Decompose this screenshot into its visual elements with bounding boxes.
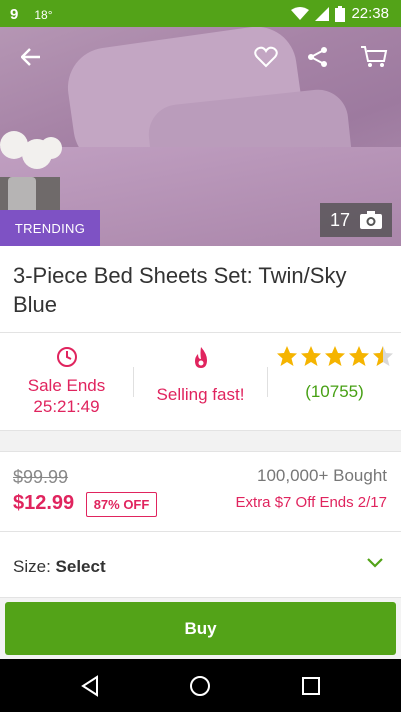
rating-stat[interactable]: (10755) <box>268 337 401 429</box>
cart-button[interactable] <box>358 41 390 73</box>
original-price: $99.99 <box>13 467 69 487</box>
battery-icon <box>335 5 346 22</box>
clock-time: 22:38 <box>351 5 389 22</box>
discount-badge: 87% OFF <box>86 492 157 517</box>
temperature-text: 18° <box>34 7 53 22</box>
notification-g-icon: 9 <box>10 6 19 23</box>
triangle-back-icon <box>81 675 98 697</box>
selling-fast-stat: Selling fast! <box>134 337 267 429</box>
product-title: 3-Piece Bed Sheets Set: Twin/Sky Blue <box>13 263 347 317</box>
size-value: Select <box>55 557 106 576</box>
sale-ends-label: Sale Ends <box>27 376 106 395</box>
photo-count-button[interactable]: 17 <box>320 203 392 237</box>
product-stats: Sale Ends 25:21:49 Selling fast! (10755) <box>0 337 401 429</box>
buy-bar: Buy <box>0 597 401 659</box>
share-icon <box>308 47 327 67</box>
circle-home-icon <box>190 676 210 696</box>
star-half-icon <box>372 346 393 366</box>
signal-icon <box>315 6 330 21</box>
photo-count-text: 17 <box>329 209 351 230</box>
sale-price: $12.99 <box>13 492 75 514</box>
size-selector[interactable]: Size: Select <box>0 531 401 597</box>
nav-home-button[interactable] <box>187 673 213 699</box>
buy-button[interactable]: Buy <box>5 602 396 655</box>
size-label: Size: <box>13 557 51 576</box>
bought-count: 100,000+ Bought <box>257 466 387 485</box>
favorite-button[interactable] <box>250 41 282 73</box>
nav-recents-button[interactable] <box>298 673 324 699</box>
arrow-left-icon <box>21 48 40 66</box>
clock-icon <box>56 347 77 367</box>
back-button[interactable] <box>15 41 47 73</box>
nav-back-button[interactable] <box>77 673 103 699</box>
rating-stars <box>276 345 394 367</box>
heart-icon <box>254 46 278 68</box>
system-nav-bar <box>0 659 401 712</box>
extra-offer: Extra $7 Off Ends 2/17 <box>235 494 387 511</box>
cart-icon <box>361 46 388 67</box>
rating-count: (10755) <box>305 382 364 401</box>
star-icon <box>276 346 297 366</box>
flame-icon <box>194 347 207 368</box>
camera-icon <box>360 211 383 229</box>
sale-timer: 25:21:49 <box>33 397 100 416</box>
selling-fast-label: Selling fast! <box>156 385 245 404</box>
star-icon <box>300 346 321 366</box>
share-button[interactable] <box>302 41 334 73</box>
square-recents-icon <box>302 677 320 695</box>
wifi-icon <box>291 6 310 20</box>
chevron-down-icon <box>367 558 383 568</box>
star-icon <box>324 346 345 366</box>
sale-ends-stat: Sale Ends 25:21:49 <box>0 337 133 429</box>
trending-badge: TRENDING <box>0 210 100 246</box>
status-bar: 9 18° 22:38 <box>0 0 401 27</box>
star-icon <box>348 346 369 366</box>
